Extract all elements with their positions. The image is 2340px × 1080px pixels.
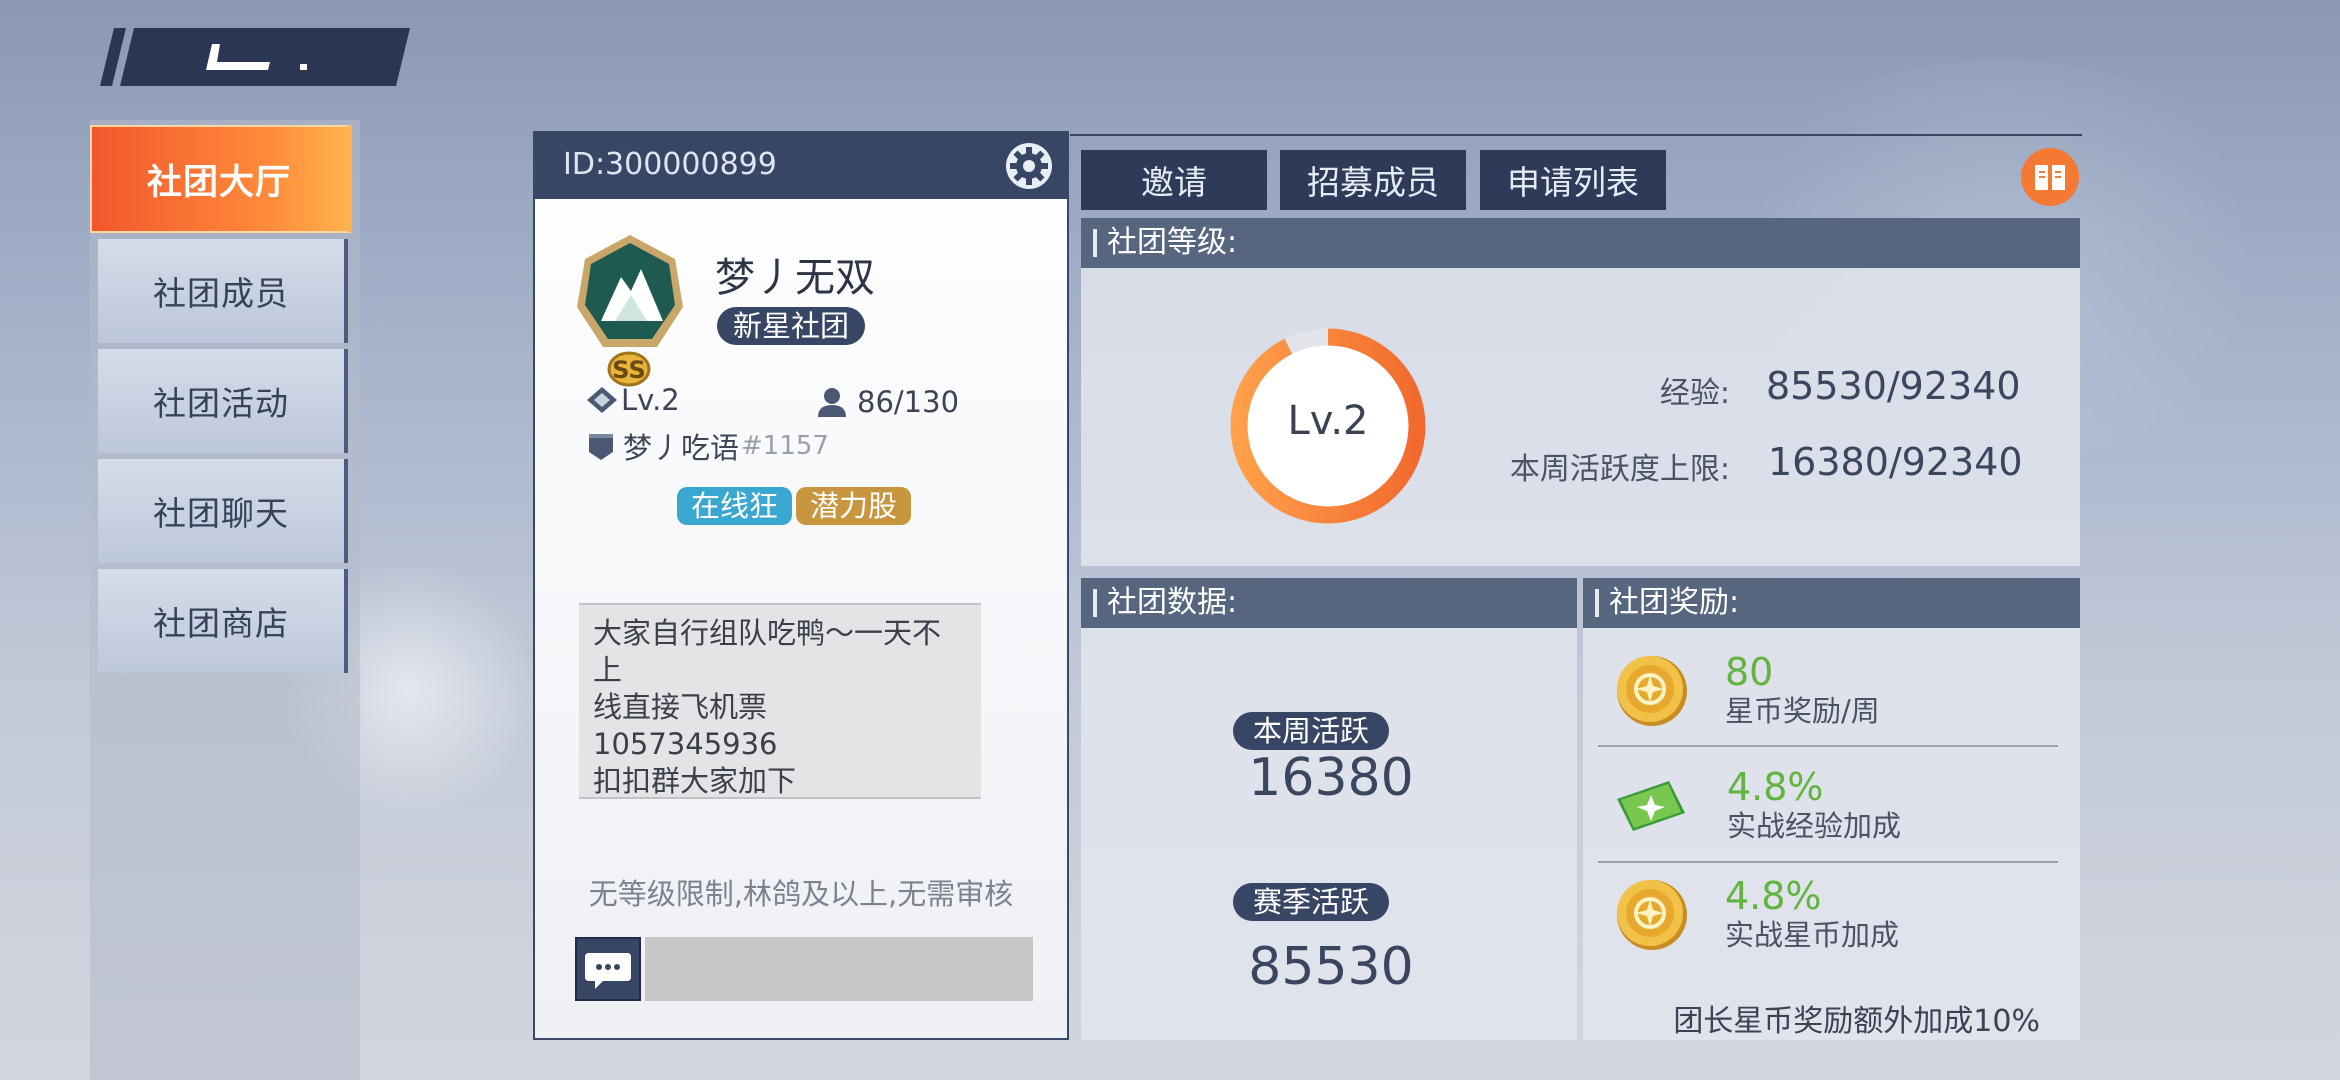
book-icon	[2035, 165, 2065, 190]
menu-item-hall[interactable]: 社团大厅	[90, 125, 352, 233]
level-panel-title: 社团等级:	[1107, 225, 1238, 260]
speech-bubble-icon	[585, 953, 631, 989]
ring-level-label: Lv.2	[1287, 398, 1369, 444]
reward-desc: 星币奖励/周	[1725, 694, 1880, 728]
reward-divider	[1598, 861, 2058, 863]
weekly-limit-value: 16380/92340	[1768, 440, 2023, 484]
side-menu: 社团大厅 社团成员 社团活动 社团聊天 社团商店	[90, 125, 352, 679]
green-ticket-icon	[1617, 781, 1685, 831]
season-activity-label: 赛季活跃	[1233, 883, 1390, 921]
club-emblem-icon: SS	[577, 235, 683, 387]
apply-list-button[interactable]: 申请列表	[1480, 150, 1666, 210]
invite-button[interactable]: 邀请	[1081, 150, 1267, 210]
chat-button[interactable]	[575, 937, 641, 1001]
level-diamond-icon	[587, 387, 617, 413]
club-level: Lv.2	[585, 383, 680, 417]
rank-badge-text: SS	[612, 356, 646, 384]
club-id: ID:300000899	[563, 147, 777, 182]
club-tags: 在线狂 潜力股	[677, 487, 915, 525]
menu-item-activity[interactable]: 社团活动	[98, 349, 348, 453]
exp-value: 85530/92340	[1766, 364, 2021, 408]
club-leader: 梦丿吃语 #1157	[587, 425, 829, 467]
reward-panel-header: 社团奖励:	[1583, 578, 2080, 628]
menu-item-members[interactable]: 社团成员	[98, 239, 348, 343]
back-logo-icon[interactable]	[100, 28, 410, 86]
menu-item-chat[interactable]: 社团聊天	[98, 459, 348, 563]
club-name: 梦丿无双	[715, 255, 875, 301]
leader-bonus-text: 团长星币奖励额外加成10%	[1673, 1004, 2040, 1039]
weekly-activity-label: 本周活跃	[1233, 712, 1390, 750]
reward-desc: 实战星币加成	[1725, 918, 1900, 952]
leader-name: 梦丿吃语	[623, 431, 740, 465]
member-count: 86/130	[815, 385, 959, 419]
menu-item-shop[interactable]: 社团商店	[98, 569, 348, 673]
member-count-text: 86/130	[857, 385, 960, 419]
season-activity-value: 85530	[1248, 937, 1414, 997]
reward-panel-title: 社团奖励:	[1609, 585, 1740, 620]
weekly-limit-label: 本周活跃度上限:	[1509, 452, 1730, 487]
reward-item: 4.8% 实战经验加成	[1595, 765, 2060, 855]
tag-potential: 潜力股	[796, 487, 912, 525]
gold-coin-icon	[1617, 656, 1687, 726]
chat-input[interactable]	[645, 937, 1033, 1001]
reward-item: 80 星币奖励/周	[1595, 650, 2060, 740]
leader-number: #1157	[741, 431, 829, 461]
rules-book-button[interactable]	[2021, 148, 2079, 206]
header-divider	[1070, 134, 2082, 136]
reward-desc: 实战经验加成	[1727, 809, 1902, 843]
card-header: ID:300000899	[535, 133, 1067, 199]
tag-online: 在线狂	[677, 487, 793, 525]
gold-coin-icon	[1617, 880, 1687, 950]
club-level-text: Lv.2	[621, 383, 680, 417]
exp-label: 经验:	[1659, 376, 1730, 411]
data-panel-title: 社团数据:	[1107, 585, 1238, 620]
weekly-activity-value: 16380	[1248, 748, 1414, 808]
club-type-badge: 新星社团	[717, 307, 866, 345]
reward-divider	[1598, 745, 2058, 747]
person-icon	[818, 388, 846, 417]
data-panel-header: 社团数据:	[1081, 578, 1577, 628]
recruit-button[interactable]: 招募成员	[1280, 150, 1466, 210]
club-notice: 大家自行组队吃鸭～一天不上 线直接飞机票 1057345936 扣扣群大家加下	[579, 603, 981, 799]
reward-item: 4.8% 实战星币加成	[1595, 874, 2060, 964]
gear-icon[interactable]	[1005, 142, 1053, 190]
level-panel-header: 社团等级:	[1081, 218, 2080, 268]
club-profile-card: ID:300000899 SS 梦丿无双 新星社团 Lv.2 86/130 梦丿…	[533, 131, 1069, 1040]
shield-icon	[589, 434, 613, 460]
join-requirement: 无等级限制,林鸽及以上,无需审核	[588, 877, 1014, 911]
